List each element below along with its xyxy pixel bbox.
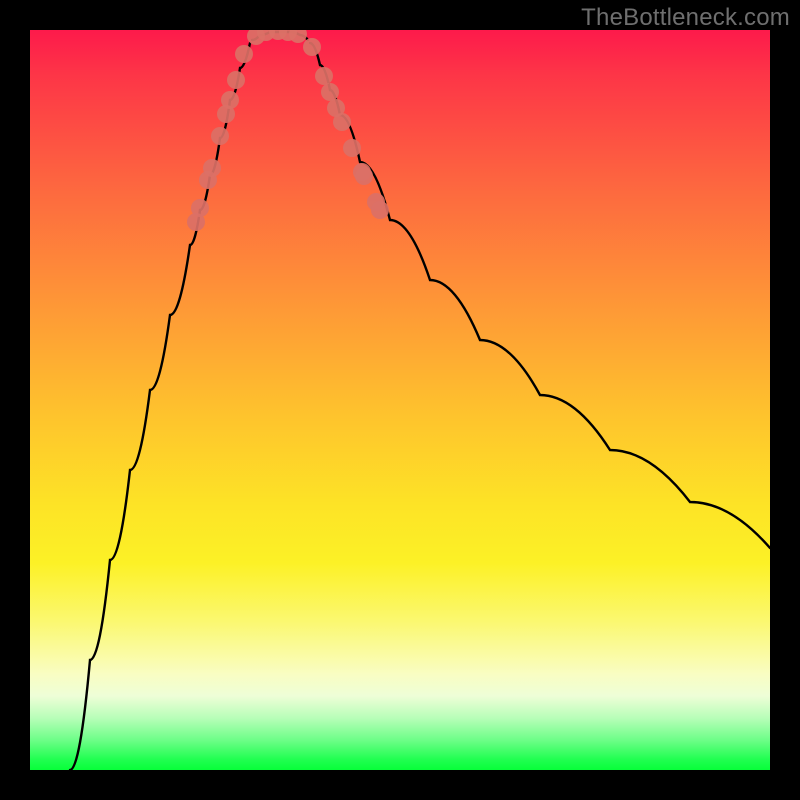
marker-dot — [211, 127, 229, 145]
curve-valley-floor — [252, 32, 308, 40]
chart-stage: TheBottleneck.com — [0, 0, 800, 800]
marker-dot — [191, 199, 209, 217]
marker-dot — [247, 30, 265, 45]
marker-dot — [367, 193, 385, 211]
marker-dot — [327, 99, 345, 117]
marker-dot — [303, 38, 321, 56]
curve-left-branch — [70, 43, 250, 770]
marker-group — [187, 30, 389, 231]
marker-dot — [279, 30, 297, 41]
marker-dot — [315, 67, 333, 85]
curve-svg — [30, 30, 770, 770]
watermark-text: TheBottleneck.com — [581, 4, 790, 32]
marker-dot — [321, 83, 339, 101]
marker-dot — [235, 45, 253, 63]
marker-dot — [187, 213, 205, 231]
marker-dot — [353, 163, 371, 181]
marker-dot — [199, 171, 217, 189]
marker-dot — [221, 91, 239, 109]
marker-dot — [203, 159, 221, 177]
marker-dot — [355, 167, 373, 185]
marker-dot — [371, 201, 389, 219]
marker-dot — [269, 30, 287, 40]
marker-dot — [217, 105, 235, 123]
marker-dot — [343, 139, 361, 157]
marker-dot — [257, 30, 275, 41]
curve-group — [70, 32, 770, 770]
marker-dot — [289, 30, 307, 43]
curve-right-branch — [310, 43, 770, 548]
marker-dot — [227, 71, 245, 89]
marker-dot — [333, 113, 351, 131]
plot-area — [30, 30, 770, 770]
